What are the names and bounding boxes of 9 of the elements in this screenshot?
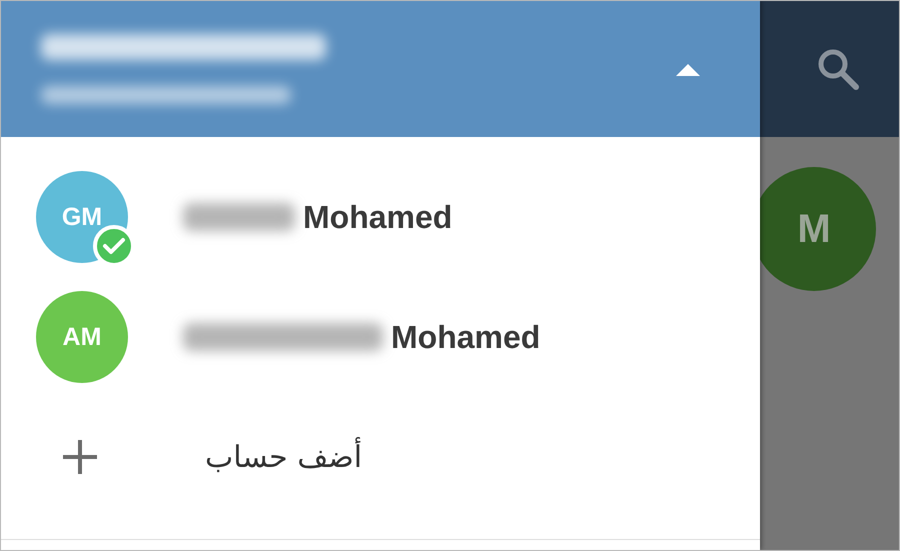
- account-name: Mohamed: [391, 318, 540, 356]
- add-account-link[interactable]: أضف حساب: [205, 440, 362, 474]
- avatar-initial: M: [797, 206, 831, 252]
- account-avatar: AM: [36, 291, 128, 383]
- plus-icon: [60, 437, 100, 477]
- account-item[interactable]: GM Mohamed: [1, 157, 760, 277]
- account-item[interactable]: AM Mohamed: [1, 277, 760, 397]
- account-name: Mohamed: [303, 198, 452, 236]
- caret-icon[interactable]: [676, 62, 700, 76]
